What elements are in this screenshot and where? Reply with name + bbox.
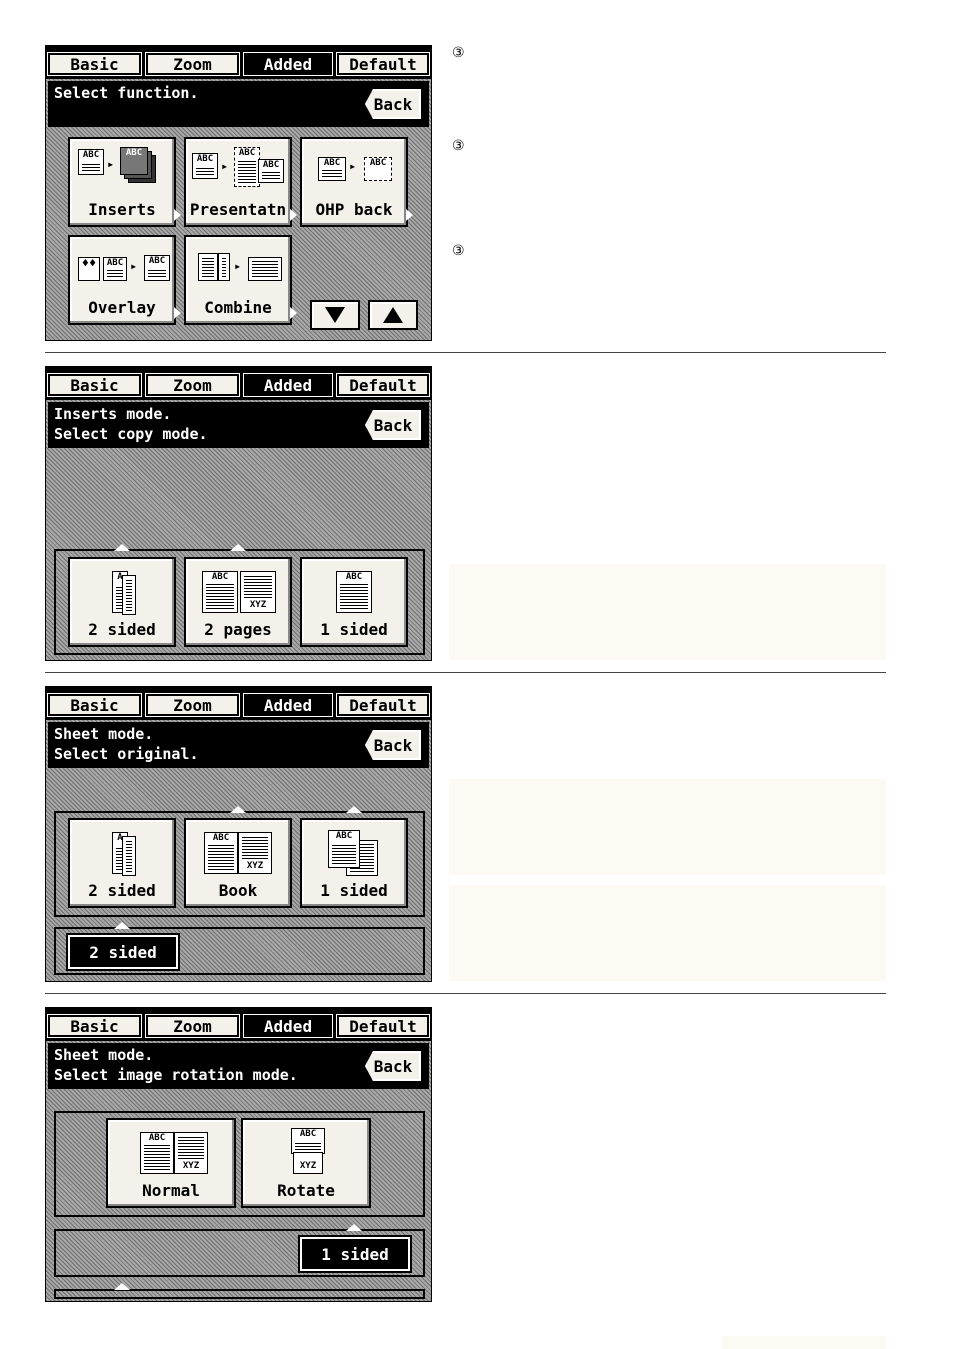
step-marker: ③ — [452, 243, 465, 259]
ohp-back-label: OHP back — [315, 200, 393, 219]
one-sided-icon: ABC — [302, 567, 406, 613]
presentation-icon: ABC ▸ ABC ABC — [186, 147, 290, 189]
two-pages-button[interactable]: ABC XYZ 2 pages — [184, 557, 292, 647]
ohp-back-button[interactable]: ABC ▸ ABC OHP back — [300, 137, 413, 227]
panel-inserts-mode: Basic Zoom Added Default Inserts mode. S… — [45, 366, 432, 661]
panel-image-rotation: Basic Zoom Added Default Sheet mode. Sel… — [45, 1007, 432, 1302]
one-sided-button[interactable]: ABC 1 sided — [300, 557, 408, 647]
note-box — [722, 1336, 886, 1349]
two-pages-label: 2 pages — [204, 620, 272, 639]
one-sided-stack-icon: ABC — [302, 828, 406, 876]
tab-zoom[interactable]: Zoom — [145, 373, 240, 397]
tab-added[interactable]: Added — [243, 1014, 333, 1038]
two-sided-button[interactable]: A 2 sided — [68, 557, 176, 647]
one-sided-button[interactable]: ABC 1 sided — [300, 818, 408, 908]
selected-caret-icon — [230, 806, 246, 813]
selected-caret-icon — [230, 544, 246, 551]
two-sided-icon: A — [70, 828, 174, 876]
tab-default[interactable]: Default — [336, 373, 430, 397]
combine-icon: ▸ — [186, 245, 290, 287]
inserts-icon: ABC ▸ ABC — [70, 147, 174, 189]
back-button[interactable]: Back — [365, 410, 421, 440]
one-sided-label: 1 sided — [320, 881, 388, 900]
rotate-label: Rotate — [277, 1181, 335, 1200]
tab-bar: Basic Zoom Added Default — [46, 367, 431, 400]
two-pages-icon: ABC XYZ — [186, 567, 290, 613]
inserts-button[interactable]: ABC ▸ ABC Inserts — [68, 137, 181, 227]
tab-bar: Basic Zoom Added Default — [46, 687, 431, 720]
selected-caret-icon — [346, 806, 362, 813]
panel-sheet-original: Basic Zoom Added Default Sheet mode. Sel… — [45, 686, 432, 982]
tab-default[interactable]: Default — [336, 52, 430, 76]
ohp-back-icon: ABC ▸ ABC — [302, 147, 406, 189]
submenu-arrow-icon — [174, 307, 181, 319]
back-button[interactable]: Back — [365, 1051, 421, 1081]
two-sided-icon: A — [70, 567, 174, 615]
selected-caret-icon — [114, 544, 130, 551]
selected-caret-icon — [114, 1283, 130, 1290]
tab-basic[interactable]: Basic — [47, 1014, 142, 1038]
combine-label: Combine — [204, 298, 272, 317]
rotate-stack-icon: ABC XYZ — [243, 1128, 369, 1174]
note-box — [449, 564, 886, 660]
submenu-arrow-icon — [406, 209, 413, 221]
step-marker: ③ — [452, 138, 465, 154]
tab-added[interactable]: Added — [243, 693, 333, 717]
presentation-button[interactable]: ABC ▸ ABC ABC Presentatn — [184, 137, 297, 227]
submenu-arrow-icon — [290, 209, 297, 221]
normal-book-icon: ABC XYZ — [108, 1128, 234, 1174]
inserts-label: Inserts — [88, 200, 156, 219]
tab-bar: Basic Zoom Added Default — [46, 46, 431, 79]
section-divider — [45, 352, 886, 353]
overlay-button[interactable]: ♦♦ ABC ▸ ABC Overlay — [68, 235, 181, 325]
tab-added[interactable]: Added — [243, 52, 333, 76]
tab-added[interactable]: Added — [243, 373, 333, 397]
tab-default[interactable]: Default — [336, 693, 430, 717]
section-divider — [45, 993, 886, 994]
one-sided-label: 1 sided — [320, 620, 388, 639]
book-label: Book — [218, 881, 258, 900]
scroll-up-button[interactable] — [368, 300, 418, 330]
submenu-arrow-icon — [290, 307, 297, 319]
scroll-down-button[interactable] — [310, 300, 360, 330]
book-icon: ABC XYZ — [186, 828, 290, 874]
tab-basic[interactable]: Basic — [47, 693, 142, 717]
note-box — [449, 779, 886, 875]
panel-select-function: Basic Zoom Added Default Select function… — [45, 45, 432, 341]
lower-tray — [54, 1289, 425, 1299]
two-sided-label: 2 sided — [88, 881, 156, 900]
step-marker: ③ — [452, 45, 465, 61]
rotate-button[interactable]: ABC XYZ Rotate — [241, 1118, 371, 1208]
back-button[interactable]: Back — [365, 89, 421, 119]
tab-basic[interactable]: Basic — [47, 52, 142, 76]
tab-basic[interactable]: Basic — [47, 373, 142, 397]
tab-default[interactable]: Default — [336, 1014, 430, 1038]
tab-bar: Basic Zoom Added Default — [46, 1008, 431, 1041]
normal-button[interactable]: ABC XYZ Normal — [106, 1118, 236, 1208]
down-triangle-icon — [325, 307, 345, 323]
presentation-label: Presentatn — [189, 200, 287, 219]
selected-caret-icon — [346, 1224, 362, 1231]
combine-button[interactable]: ▸ Combine — [184, 235, 297, 325]
book-button[interactable]: ABC XYZ Book — [184, 818, 292, 908]
selected-mode-display[interactable]: 2 sided — [66, 933, 180, 971]
tab-zoom[interactable]: Zoom — [145, 52, 240, 76]
two-sided-label: 2 sided — [88, 620, 156, 639]
note-box — [449, 885, 886, 981]
tab-zoom[interactable]: Zoom — [145, 693, 240, 717]
two-sided-button[interactable]: A 2 sided — [68, 818, 176, 908]
tab-zoom[interactable]: Zoom — [145, 1014, 240, 1038]
selected-mode-display[interactable]: 1 sided — [298, 1235, 412, 1273]
selected-caret-icon — [114, 922, 130, 929]
overlay-icon: ♦♦ ABC ▸ ABC — [70, 245, 174, 287]
back-button[interactable]: Back — [365, 730, 421, 760]
overlay-label: Overlay — [88, 298, 156, 317]
normal-label: Normal — [142, 1181, 200, 1200]
submenu-arrow-icon — [174, 209, 181, 221]
up-triangle-icon — [383, 307, 403, 323]
section-divider — [45, 672, 886, 673]
